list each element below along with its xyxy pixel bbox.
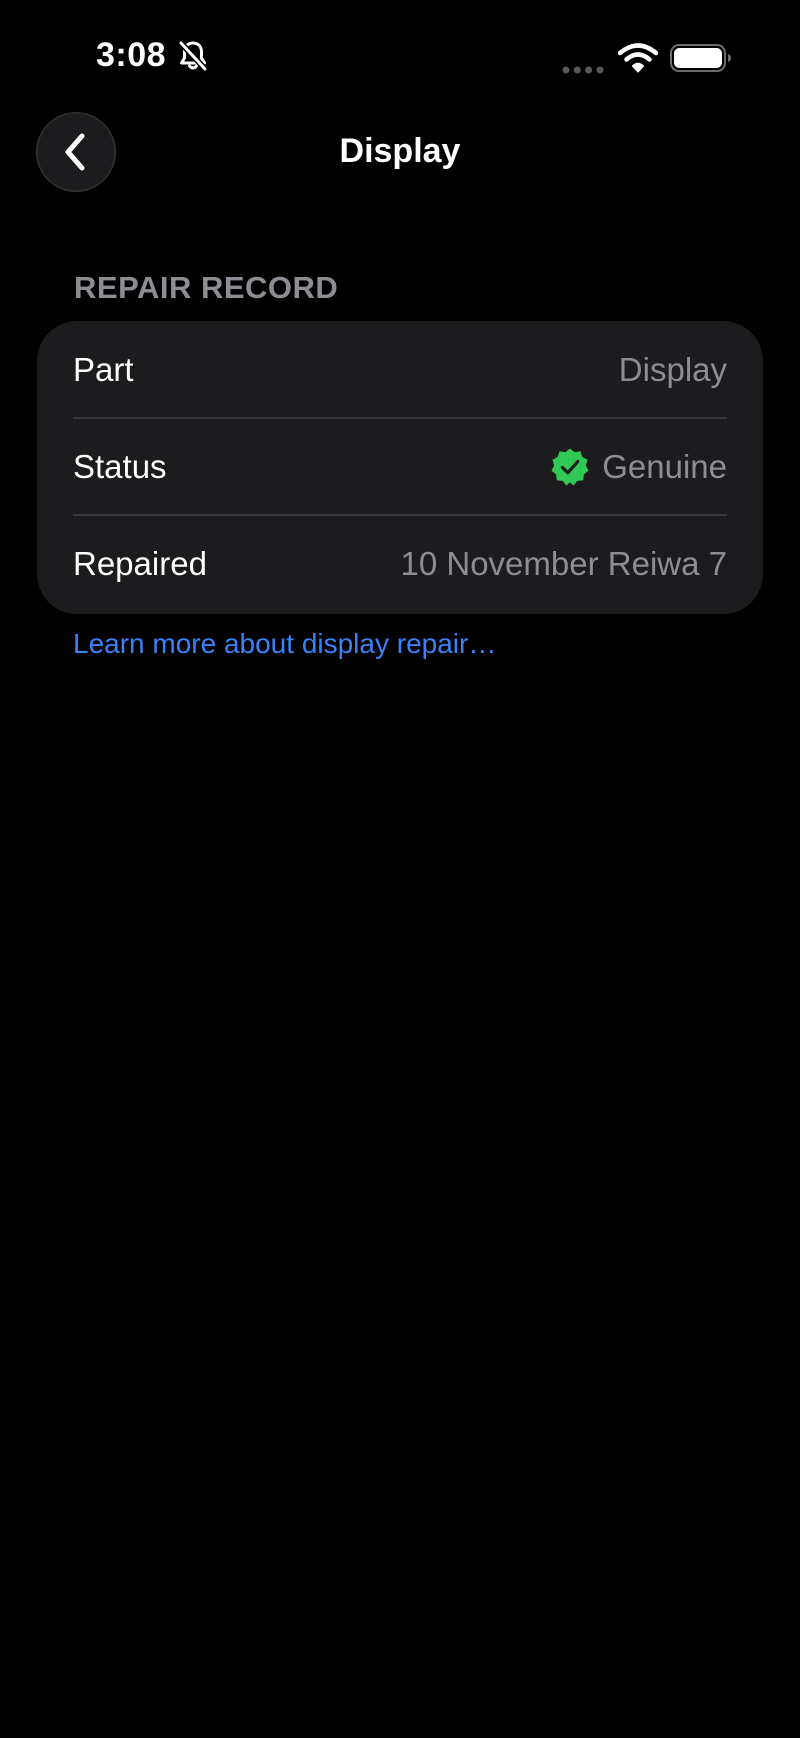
- row-status: Status Genuine: [37, 418, 763, 515]
- learn-more-link[interactable]: Learn more about display repair…: [73, 628, 496, 660]
- wifi-icon: [618, 43, 658, 73]
- cellular-dots-icon: [562, 66, 604, 74]
- verified-badge-icon: [551, 448, 589, 485]
- status-time: 3:08: [96, 36, 167, 74]
- bell-off-icon: [178, 40, 208, 72]
- row-part: Part Display: [37, 321, 763, 418]
- row-label-part: Part: [73, 350, 134, 388]
- repair-record-card: Part Display Status Genuine Repaired 10 …: [37, 321, 763, 614]
- row-repaired: Repaired 10 November Reiwa 7: [37, 515, 763, 612]
- battery-icon: [670, 44, 731, 72]
- row-label-status: Status: [73, 447, 167, 485]
- section-header: REPAIR RECORD: [74, 270, 339, 305]
- row-value-repaired: 10 November Reiwa 7: [400, 544, 728, 582]
- row-value-part: Display: [618, 350, 727, 388]
- page-title: Display: [339, 132, 461, 170]
- row-value-status: Genuine: [602, 447, 727, 485]
- row-label-repaired: Repaired: [73, 544, 207, 582]
- status-value: Genuine: [550, 447, 727, 487]
- status-bar: 3:08: [0, 0, 800, 110]
